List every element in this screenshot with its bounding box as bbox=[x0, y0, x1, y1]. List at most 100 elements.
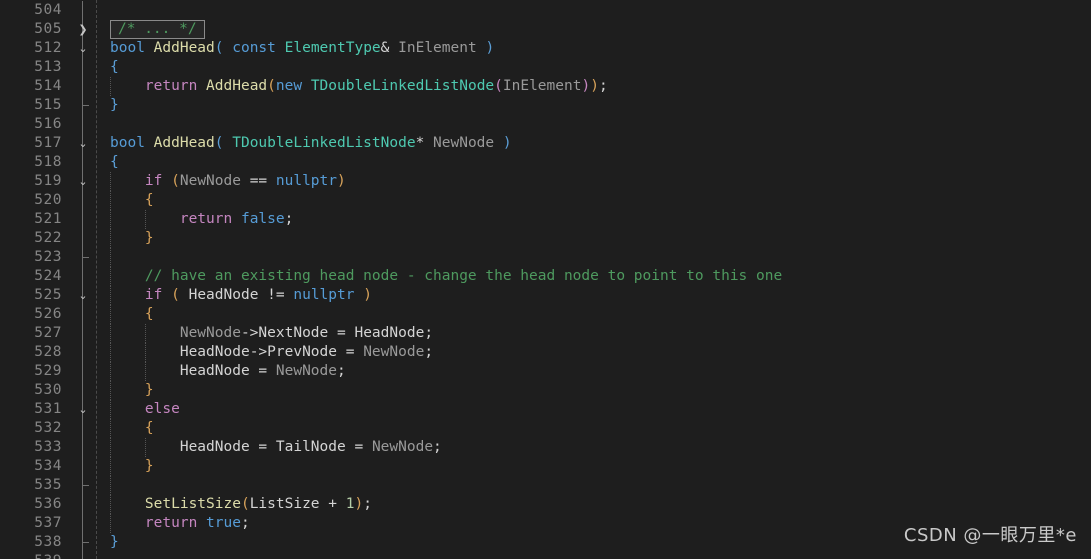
fold-column[interactable] bbox=[74, 552, 92, 559]
fold-column[interactable] bbox=[74, 248, 92, 267]
code-line[interactable]: 529 HeadNode = NewNode; bbox=[0, 362, 1091, 381]
token-br1: ( bbox=[267, 78, 276, 94]
line-number: 530 bbox=[34, 382, 62, 398]
code-line[interactable]: 527 NewNode->NextNode = HeadNode; bbox=[0, 324, 1091, 343]
code-text[interactable]: if ( HeadNode != nullptr ) bbox=[110, 286, 372, 305]
code-text[interactable]: else bbox=[110, 400, 180, 419]
code-line[interactable]: 505 ❯ /* ... */ bbox=[0, 20, 1091, 39]
fold-column[interactable] bbox=[74, 324, 92, 343]
fold-column[interactable] bbox=[74, 533, 92, 552]
code-text[interactable]: { bbox=[110, 58, 119, 77]
code-line[interactable]: 526 { bbox=[0, 305, 1091, 324]
chevron-down-icon[interactable]: ⌄ bbox=[76, 400, 90, 419]
fold-column[interactable] bbox=[74, 1, 92, 20]
code-line[interactable]: 520 { bbox=[0, 191, 1091, 210]
code-line[interactable]: 525 ⌄ if ( HeadNode != nullptr ) bbox=[0, 286, 1091, 305]
fold-column[interactable]: ⌄ bbox=[74, 134, 92, 153]
fold-column[interactable] bbox=[74, 229, 92, 248]
code-line[interactable]: 536 SetListSize(ListSize + 1); bbox=[0, 495, 1091, 514]
code-line[interactable]: 533 HeadNode = TailNode = NewNode; bbox=[0, 438, 1091, 457]
fold-column[interactable]: ⌄ bbox=[74, 39, 92, 58]
code-text[interactable]: return true; bbox=[110, 514, 250, 533]
code-line[interactable]: 504 bbox=[0, 1, 1091, 20]
code-line[interactable]: 528 HeadNode->PrevNode = NewNode; bbox=[0, 343, 1091, 362]
code-line[interactable]: 514 return AddHead(new TDoubleLinkedList… bbox=[0, 77, 1091, 96]
fold-column[interactable] bbox=[74, 77, 92, 96]
fold-column[interactable] bbox=[74, 96, 92, 115]
code-text[interactable]: } bbox=[110, 381, 154, 400]
chevron-down-icon[interactable]: ⌄ bbox=[76, 172, 90, 191]
code-line[interactable]: 535 bbox=[0, 476, 1091, 495]
code-line[interactable]: 523 bbox=[0, 248, 1091, 267]
fold-column[interactable] bbox=[74, 210, 92, 229]
code-line[interactable]: 517 ⌄ bool AddHead( TDoubleLinkedListNode*… bbox=[0, 134, 1091, 153]
token-ctl: return bbox=[144, 78, 198, 94]
fold-column[interactable] bbox=[74, 362, 92, 381]
chevron-down-icon[interactable]: ⌄ bbox=[76, 286, 90, 305]
code-text[interactable]: bool AddHead( const ElementType& InEleme… bbox=[110, 39, 494, 58]
code-line[interactable]: 513 { bbox=[0, 58, 1091, 77]
fold-column[interactable]: ❯ bbox=[74, 20, 92, 39]
code-text[interactable]: HeadNode->PrevNode = NewNode; bbox=[110, 343, 433, 362]
fold-column[interactable]: ⌄ bbox=[74, 400, 92, 419]
fold-column[interactable] bbox=[74, 343, 92, 362]
code-line[interactable]: 518 { bbox=[0, 153, 1091, 172]
code-text[interactable]: } bbox=[110, 229, 154, 248]
fold-column[interactable] bbox=[74, 419, 92, 438]
code-line[interactable]: 512 ⌄ bool AddHead( const ElementType& InE… bbox=[0, 39, 1091, 58]
code-text[interactable]: } bbox=[110, 457, 154, 476]
fold-column[interactable] bbox=[74, 305, 92, 324]
code-text[interactable]: { bbox=[110, 191, 154, 210]
chevron-down-icon[interactable]: ⌄ bbox=[76, 39, 90, 58]
line-number: 516 bbox=[34, 116, 62, 132]
fold-column[interactable]: ⌄ bbox=[74, 172, 92, 191]
fold-column[interactable] bbox=[74, 58, 92, 77]
code-line[interactable]: 524 // have an existing head node - chan… bbox=[0, 267, 1091, 286]
code-line[interactable]: 515} bbox=[0, 96, 1091, 115]
code-text[interactable]: { bbox=[110, 153, 119, 172]
fold-column[interactable] bbox=[74, 457, 92, 476]
code-text[interactable]: } bbox=[110, 533, 119, 552]
code-text[interactable]: HeadNode = TailNode = NewNode; bbox=[110, 438, 442, 457]
code-line[interactable]: 532 { bbox=[0, 419, 1091, 438]
fold-column[interactable] bbox=[74, 514, 92, 533]
chevron-down-icon[interactable]: ⌄ bbox=[76, 134, 90, 153]
code-text[interactable]: { bbox=[110, 305, 154, 324]
code-line[interactable]: 530 } bbox=[0, 381, 1091, 400]
code-line[interactable]: 539 bbox=[0, 552, 1091, 559]
token-br1: ( bbox=[171, 287, 180, 303]
collapsed-fold-placeholder[interactable]: /* ... */ bbox=[110, 20, 205, 39]
fold-column[interactable] bbox=[74, 153, 92, 172]
code-text[interactable]: HeadNode = NewNode; bbox=[110, 362, 346, 381]
fold-column[interactable] bbox=[74, 438, 92, 457]
fold-column[interactable] bbox=[74, 381, 92, 400]
code-text[interactable]: if (NewNode == nullptr) bbox=[110, 172, 346, 191]
code-text[interactable]: SetListSize(ListSize + 1); bbox=[110, 495, 372, 514]
code-line[interactable]: 521 return false; bbox=[0, 210, 1091, 229]
fold-column[interactable] bbox=[74, 191, 92, 210]
code-text[interactable]: } bbox=[110, 96, 119, 115]
code-text[interactable]: // have an existing head node - change t… bbox=[110, 267, 782, 286]
code-text[interactable]: return AddHead(new TDoubleLinkedListNode… bbox=[110, 77, 608, 96]
code-line[interactable]: 534 } bbox=[0, 457, 1091, 476]
fold-column[interactable] bbox=[74, 476, 92, 495]
fold-column[interactable] bbox=[74, 495, 92, 514]
fold-column[interactable] bbox=[74, 115, 92, 134]
fold-column[interactable] bbox=[74, 267, 92, 286]
chevron-right-icon[interactable]: ❯ bbox=[76, 20, 90, 39]
code-editor[interactable]: 504 505 ❯ /* ... */ 512 ⌄ bool AddHead( const … bbox=[0, 0, 1091, 559]
code-text[interactable]: /* ... */ bbox=[110, 20, 205, 39]
code-text[interactable]: bool AddHead( TDoubleLinkedListNode* New… bbox=[110, 134, 512, 153]
fold-column[interactable]: ⌄ bbox=[74, 286, 92, 305]
code-text[interactable]: { bbox=[110, 419, 154, 438]
code-line[interactable]: 522 } bbox=[0, 229, 1091, 248]
code-line[interactable]: 516 bbox=[0, 115, 1091, 134]
code-text[interactable]: NewNode->NextNode = HeadNode; bbox=[110, 324, 433, 343]
code-line[interactable]: 531 ⌄ else bbox=[0, 400, 1091, 419]
code-text[interactable]: return false; bbox=[110, 210, 294, 229]
code-line[interactable]: 519 ⌄ if (NewNode == nullptr) bbox=[0, 172, 1091, 191]
